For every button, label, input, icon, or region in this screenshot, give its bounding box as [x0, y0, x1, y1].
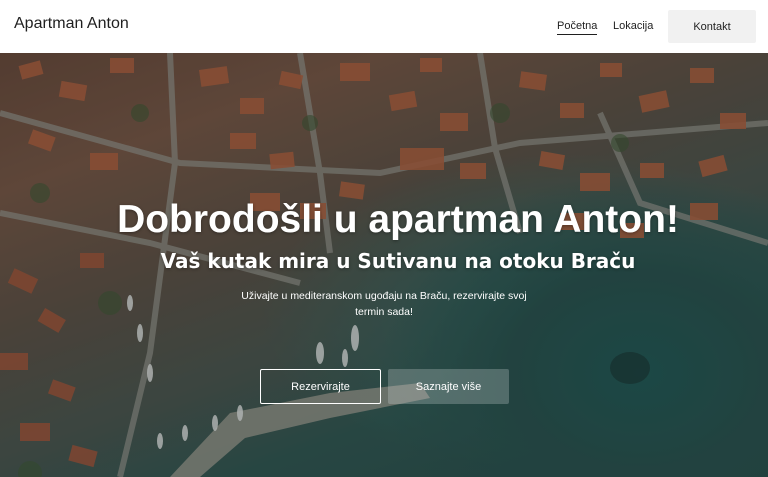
brand-logo-link[interactable]: Apartman Anton — [14, 15, 129, 33]
nav-link-home[interactable]: Početna — [557, 20, 598, 35]
contact-button[interactable]: Kontakt — [668, 10, 756, 43]
hero-title: Dobrodošli u apartman Anton! — [117, 198, 679, 241]
site-header: Apartman Anton Početna Lokacija Kontakt — [0, 0, 768, 53]
nav-link-location[interactable]: Lokacija — [613, 20, 653, 32]
reserve-button[interactable]: Rezervirajte — [260, 369, 381, 404]
hero-subtitle: Vaš kutak mira u Sutivanu na otoku Braču — [160, 249, 636, 273]
hero-section: Dobrodošli u apartman Anton! Vaš kutak m… — [0, 53, 768, 477]
learn-more-button[interactable]: Saznajte više — [388, 369, 509, 404]
hero-description: Uživajte u mediteranskom ugođaju na Brač… — [241, 290, 527, 318]
